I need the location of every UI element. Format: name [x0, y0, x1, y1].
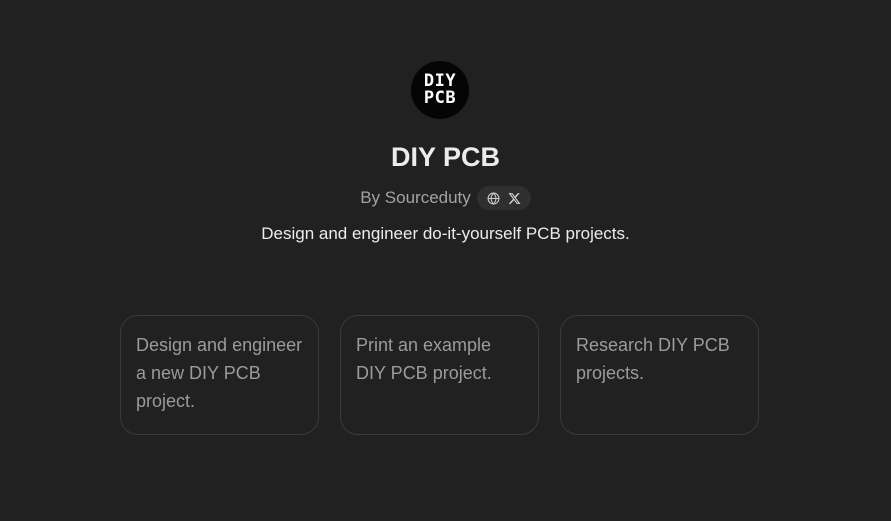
- social-links: [476, 186, 531, 210]
- globe-icon[interactable]: [486, 191, 501, 206]
- starter-card-text: Design and engineer a new DIY PCB projec…: [136, 335, 303, 411]
- author-name: By Sourceduty: [360, 188, 471, 207]
- starter-card-research[interactable]: Research DIY PCB projects.: [560, 315, 759, 435]
- starter-card-new-project[interactable]: Design and engineer a new DIY PCB projec…: [120, 315, 319, 435]
- conversation-starters: Design and engineer a new DIY PCB projec…: [120, 315, 759, 435]
- starter-card-text: Research DIY PCB projects.: [576, 335, 730, 383]
- gpt-description: Design and engineer do-it-yourself PCB p…: [261, 224, 630, 243]
- x-logo-icon[interactable]: [507, 191, 522, 206]
- gpt-title: DIY PCB: [390, 142, 501, 172]
- gpt-logo: DIY PCB: [411, 61, 469, 119]
- starter-card-text: Print an example DIY PCB project.: [356, 335, 492, 383]
- author-byline: By Sourceduty: [0, 186, 891, 210]
- starter-card-print-example[interactable]: Print an example DIY PCB project.: [340, 315, 539, 435]
- logo-text-line-2: PCB: [423, 88, 457, 108]
